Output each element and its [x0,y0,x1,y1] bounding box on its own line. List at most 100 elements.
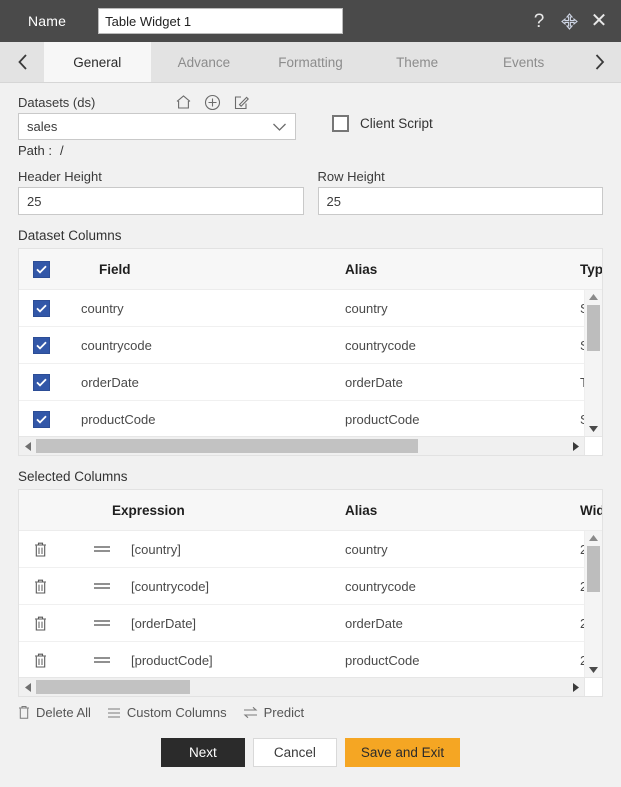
caret-left-icon[interactable] [19,441,36,452]
datasets-label: Datasets (ds) [18,95,96,110]
move-arrows-icon[interactable] [559,10,579,32]
header-height-input[interactable] [18,187,304,215]
cell-field: countrycode [81,337,152,353]
predict-label: Predict [263,705,305,720]
table-row[interactable]: [productCode] productCode 20 [19,642,602,677]
tab-advance[interactable]: Advance [150,42,258,82]
horizontal-scroll-thumb[interactable] [36,439,419,453]
table-row[interactable]: orderDate orderDate Ti [19,364,602,401]
tab-formatting-label: Formatting [278,54,343,70]
cell-field: country [81,300,124,316]
scrollbar-corner [584,437,602,455]
trash-icon[interactable] [33,578,48,595]
dataset-select-value[interactable]: sales [18,113,296,140]
column-header-width[interactable]: Widt [580,503,602,518]
selected-columns-vertical-scrollbar[interactable] [584,531,602,677]
cell-expression: [productCode] [131,652,213,668]
row-height-group: Row Height [317,165,603,215]
tab-formatting[interactable]: Formatting [257,42,364,82]
question-mark-icon[interactable]: ? [529,10,549,32]
dataset-columns-select-all-checkbox[interactable] [33,260,50,278]
row-checkbox[interactable] [33,336,50,354]
row-checkbox[interactable] [33,410,50,428]
horizontal-scroll-track[interactable] [36,680,567,694]
selected-columns-header: Expression Alias Widt [19,490,602,531]
row-checkbox[interactable] [33,299,50,317]
column-header-alias[interactable]: Alias [345,262,377,277]
chevron-right-icon[interactable] [577,42,621,82]
widget-settings-window: Name ? ✕ General Advance Formatting Them… [0,0,621,787]
table-row[interactable]: country country St [19,290,602,327]
caret-left-icon[interactable] [19,682,36,693]
equals-handle-icon[interactable] [93,618,111,628]
equals-handle-icon[interactable] [93,581,111,591]
table-row[interactable]: countrycode countrycode St [19,327,602,364]
column-header-type[interactable]: Type [580,262,602,277]
list-lines-icon [107,707,121,719]
caret-up-icon[interactable] [588,531,599,545]
caret-down-icon[interactable] [588,422,599,436]
cell-expression: [countrycode] [131,578,210,594]
dataset-columns-vertical-scrollbar[interactable] [584,290,602,436]
general-tab-panel: Datasets (ds) sales Path: / Client Scri… [0,83,621,787]
equals-handle-icon[interactable] [93,655,111,665]
trash-icon[interactable] [33,541,48,558]
table-row[interactable]: [orderDate] orderDate 20 [19,605,602,642]
tabbar: General Advance Formatting Theme Events [0,42,621,83]
predict-button[interactable]: Predict [243,705,304,720]
tab-advance-label: Advance [177,54,231,70]
column-header-expression[interactable]: Expression [112,503,185,518]
horizontal-scroll-track[interactable] [36,439,567,453]
caret-up-icon[interactable] [588,290,599,304]
next-button[interactable]: Next [160,738,245,767]
cancel-button[interactable]: Cancel [252,738,337,767]
client-script-checkbox[interactable]: Client Script [332,115,433,132]
header-height-group: Header Height [18,165,304,215]
custom-columns-button[interactable]: Custom Columns [107,705,227,720]
equals-handle-icon[interactable] [93,544,111,554]
home-icon[interactable] [175,94,192,110]
cell-expression: [orderDate] [131,615,197,631]
table-row[interactable]: productCode productCode St [19,401,602,436]
cell-alias: productCode [345,652,420,668]
selected-columns-horizontal-scrollbar[interactable] [19,677,602,696]
column-header-field[interactable]: Field [99,262,131,277]
column-header-alias[interactable]: Alias [345,503,377,518]
client-script-checkbox-box[interactable] [332,115,349,132]
row-height-label: Row Height [317,169,385,184]
tab-theme[interactable]: Theme [363,42,471,82]
dataset-actions [175,94,250,111]
add-circle-icon[interactable] [204,94,221,111]
path-label: Path : [18,143,52,158]
cell-field: productCode [81,411,156,427]
table-row[interactable]: [countrycode] countrycode 20 [19,568,602,605]
caret-right-icon[interactable] [567,441,584,452]
table-row[interactable]: [country] country 20 [19,531,602,568]
close-icon[interactable]: ✕ [589,10,609,32]
save-and-exit-button[interactable]: Save and Exit [344,738,461,767]
caret-down-icon[interactable] [588,663,599,677]
datasets-header-row: Datasets (ds) [18,91,603,113]
vertical-scroll-thumb[interactable] [587,546,600,592]
horizontal-scroll-thumb[interactable] [36,680,190,694]
row-height-input[interactable] [317,187,603,215]
dataset-columns-horizontal-scrollbar[interactable] [19,436,602,455]
dataset-columns-grid: Field Alias Type country country St [18,248,603,456]
row-checkbox[interactable] [33,373,50,391]
delete-all-button[interactable]: Delete All [18,705,91,720]
caret-right-icon[interactable] [567,682,584,693]
dataset-select-row: sales Path : / Client Script [18,113,603,158]
chevron-left-icon[interactable] [0,42,44,82]
vertical-scroll-thumb[interactable] [587,305,600,351]
dataset-columns-title: Dataset Columns [18,228,122,243]
edit-square-icon[interactable] [233,94,250,111]
tab-general[interactable]: General [44,42,151,82]
dataset-select[interactable]: sales [18,113,296,140]
tab-events-label: Events [503,54,545,70]
tab-events[interactable]: Events [470,42,577,82]
cell-alias: orderDate [345,374,403,390]
tab-list: General Advance Formatting Theme Events [44,42,577,82]
widget-name-input[interactable] [98,8,344,34]
trash-icon[interactable] [33,652,48,669]
trash-icon[interactable] [33,615,48,632]
